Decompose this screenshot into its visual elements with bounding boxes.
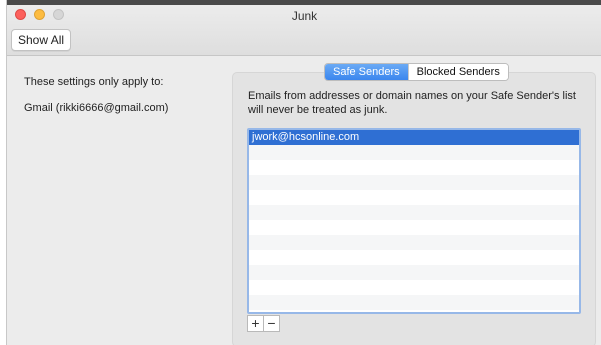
list-item[interactable] (249, 190, 579, 205)
list-item[interactable]: jwork@hcsonline.com (249, 130, 579, 145)
list-item[interactable] (249, 250, 579, 265)
list-item[interactable] (249, 265, 579, 280)
list-item[interactable] (249, 175, 579, 190)
list-item[interactable] (249, 160, 579, 175)
show-all-button[interactable]: Show All (11, 29, 72, 51)
titlebar: Junk Show All (7, 5, 601, 56)
tab-blocked-senders[interactable]: Blocked Senders (407, 64, 508, 80)
list-item[interactable] (249, 145, 579, 160)
list-item[interactable] (249, 235, 579, 250)
add-sender-button[interactable]: + (247, 315, 264, 332)
add-remove-controls: + − (247, 315, 280, 332)
safe-senders-list[interactable]: jwork@hcsonline.com (247, 128, 581, 314)
tab-safe-senders[interactable]: Safe Senders (325, 64, 408, 80)
list-item[interactable] (249, 220, 579, 235)
list-item[interactable] (249, 280, 579, 295)
list-item[interactable] (249, 205, 579, 220)
junk-preferences-window: Junk Show All These settings only apply … (6, 0, 601, 345)
window-title: Junk (291, 9, 318, 23)
senders-tab-control: Safe Senders Blocked Senders (324, 63, 509, 81)
list-item[interactable] (249, 295, 579, 310)
remove-sender-button[interactable]: − (264, 315, 280, 332)
safe-senders-description: Emails from addresses or domain names on… (248, 90, 576, 116)
account-label: Gmail (rikki6666@gmail.com) (24, 102, 169, 114)
settings-scope-label: These settings only apply to: (24, 76, 164, 88)
